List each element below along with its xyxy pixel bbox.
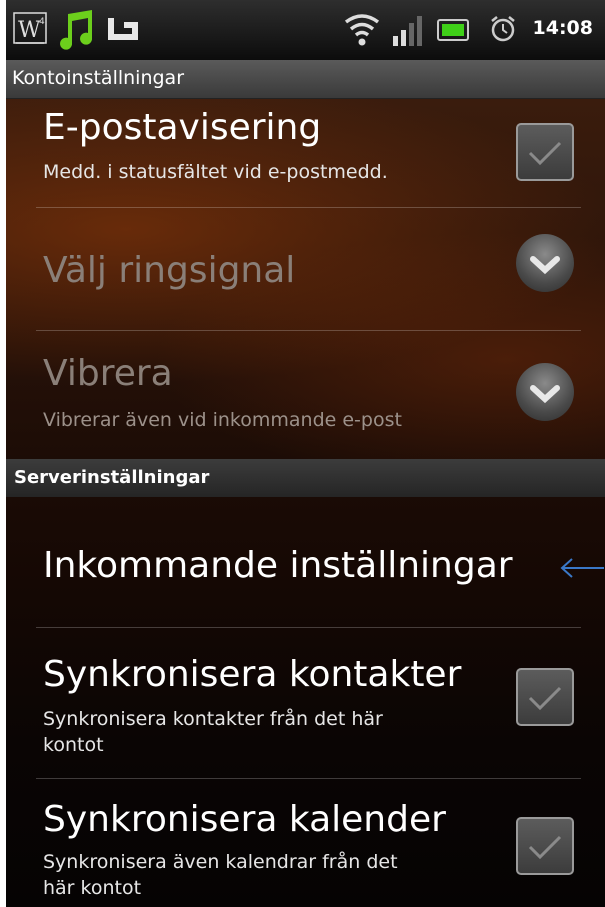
vibrate-subtitle: Vibrerar även vid inkommande e-post bbox=[43, 409, 402, 431]
title-bar: Kontoinställningar bbox=[6, 60, 605, 99]
settings-list: E-postavisering Medd. i statusfältet vid… bbox=[6, 99, 605, 907]
vibrate-dropdown bbox=[516, 363, 574, 421]
ringtone-title: Välj ringsignal bbox=[43, 250, 296, 291]
status-bar: W 4 14:08 bbox=[6, 0, 605, 60]
sync-contacts-title: Synkronisera kontakter bbox=[43, 654, 462, 695]
vibrate-item: Vibrera Vibrerar även vid inkommande e-p… bbox=[6, 331, 605, 459]
sync-calendar-subtitle-line1: Synkronisera även kalendrar från det bbox=[43, 851, 398, 873]
w-app-icon: W 4 bbox=[13, 12, 47, 44]
chevron-down-icon bbox=[530, 385, 560, 404]
checkmark-icon bbox=[528, 835, 562, 860]
email-notification-subtitle: Medd. i statusfältet vid e-postmedd. bbox=[43, 161, 388, 183]
signal-icon bbox=[393, 16, 422, 46]
wifi-icon bbox=[344, 14, 380, 46]
section-header: Serverinställningar bbox=[6, 459, 605, 497]
incoming-settings-title: Inkommande inställningar bbox=[43, 545, 513, 586]
app-icon bbox=[108, 18, 138, 40]
sync-contacts-checkbox[interactable] bbox=[516, 668, 574, 726]
svg-text:W: W bbox=[18, 18, 41, 43]
email-notification-checkbox[interactable] bbox=[516, 123, 574, 181]
sync-calendar-checkbox[interactable] bbox=[516, 817, 574, 875]
svg-text:4: 4 bbox=[39, 17, 45, 27]
checkmark-icon bbox=[528, 686, 562, 711]
email-notification-item[interactable]: E-postavisering Medd. i statusfältet vid… bbox=[6, 99, 605, 207]
vibrate-title: Vibrera bbox=[43, 353, 173, 394]
phone-screen: W 4 14:08 Kontoinställningar E-postavise… bbox=[6, 0, 605, 907]
ringtone-dropdown bbox=[516, 234, 574, 292]
ringtone-item: Välj ringsignal bbox=[6, 208, 605, 330]
checkmark-icon bbox=[528, 141, 562, 166]
chevron-down-icon bbox=[530, 256, 560, 275]
sync-contacts-subtitle-line1: Synkronisera kontakter från det här bbox=[43, 708, 383, 730]
sync-calendar-title: Synkronisera kalender bbox=[43, 799, 446, 840]
music-icon bbox=[60, 10, 93, 50]
sync-calendar-subtitle-line2: här kontot bbox=[43, 877, 142, 899]
incoming-settings-item[interactable]: Inkommande inställningar bbox=[6, 497, 605, 627]
battery-icon bbox=[437, 19, 469, 41]
section-label: Serverinställningar bbox=[14, 467, 210, 488]
sync-calendar-item[interactable]: Synkronisera kalender Synkronisera även … bbox=[6, 779, 605, 907]
sync-contacts-item[interactable]: Synkronisera kontakter Synkronisera kont… bbox=[6, 628, 605, 778]
page-title: Kontoinställningar bbox=[12, 67, 185, 89]
sync-contacts-subtitle-line2: kontot bbox=[43, 734, 104, 756]
arrow-left-icon bbox=[560, 558, 604, 578]
email-notification-title: E-postavisering bbox=[43, 107, 322, 148]
status-time: 14:08 bbox=[532, 17, 593, 39]
alarm-icon bbox=[491, 16, 515, 42]
